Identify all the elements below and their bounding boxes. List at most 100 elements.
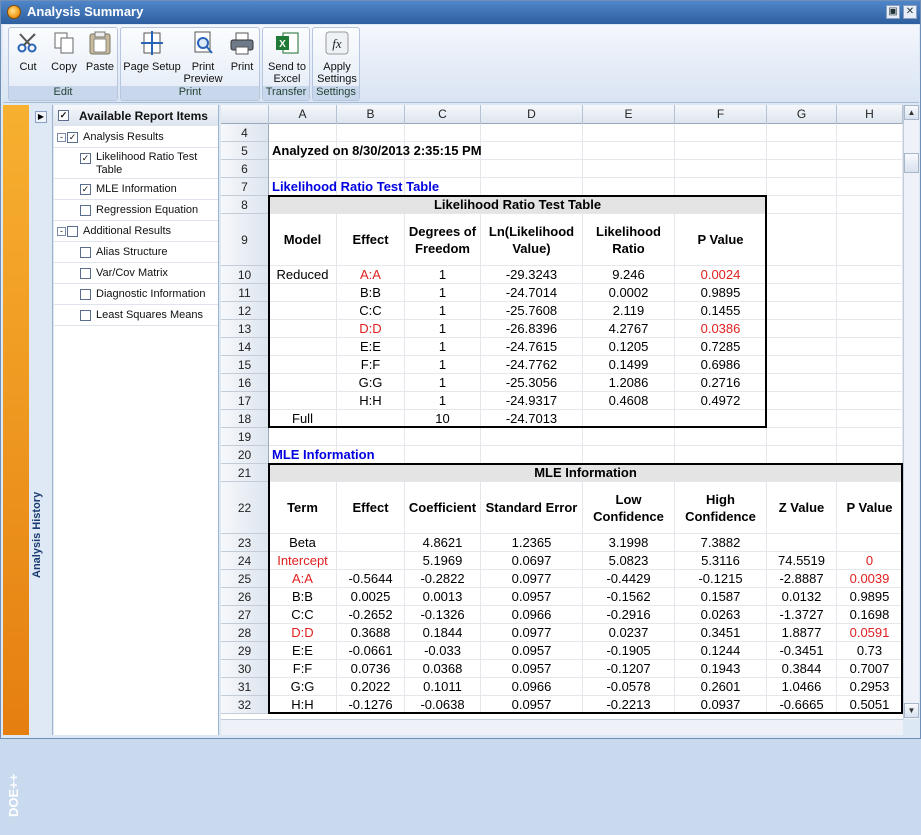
table-cell[interactable]: 1 — [405, 356, 480, 373]
table-cell[interactable]: B:B — [337, 284, 404, 301]
report-item-alias-structure[interactable]: Alias Structure — [54, 242, 218, 263]
table-header-cell[interactable]: P Value — [837, 482, 902, 533]
table-cell[interactable]: F:F — [337, 356, 404, 373]
row-header-29[interactable]: 29 — [221, 642, 269, 660]
table-cell[interactable]: 0.2953 — [837, 678, 902, 695]
report-item-mle-information[interactable]: ✓ MLE Information — [54, 179, 218, 200]
table-header-cell[interactable]: Likelihood Ratio — [583, 214, 674, 265]
table-cell[interactable]: -0.1905 — [583, 642, 674, 659]
row-header-31[interactable]: 31 — [221, 678, 269, 696]
table-header-cell[interactable]: Low Confidence — [583, 482, 674, 533]
table-cell[interactable]: -1.3727 — [767, 606, 836, 623]
table-cell[interactable]: 0.0024 — [675, 266, 766, 283]
table-cell[interactable]: D:D — [337, 320, 404, 337]
table-cell[interactable]: 0.0368 — [405, 660, 480, 677]
table-cell[interactable]: 0.1011 — [405, 678, 480, 695]
table-header-cell[interactable]: MLE Information — [269, 446, 404, 463]
table-cell[interactable]: -0.2916 — [583, 606, 674, 623]
row-header-13[interactable]: 13 — [221, 320, 269, 338]
table-cell[interactable]: Intercept — [269, 552, 336, 569]
row-header-19[interactable]: 19 — [221, 428, 269, 446]
restore-button[interactable]: ▣ — [886, 5, 900, 19]
table-cell[interactable]: 0.4608 — [583, 392, 674, 409]
table-cell[interactable]: 0.1205 — [583, 338, 674, 355]
table-cell[interactable]: 5.0823 — [583, 552, 674, 569]
table-cell[interactable]: 0.0591 — [837, 624, 902, 641]
table-cell[interactable]: 0.1587 — [675, 588, 766, 605]
table-cell[interactable]: -0.4429 — [583, 570, 674, 587]
apply-settings-button[interactable]: fx Apply Settings — [315, 30, 359, 88]
column-header-d[interactable]: D — [481, 105, 583, 124]
table-header-cell[interactable]: Model — [269, 214, 336, 265]
row-header-17[interactable]: 17 — [221, 392, 269, 410]
table-cell[interactable]: 1.0466 — [767, 678, 836, 695]
column-header-e[interactable]: E — [583, 105, 675, 124]
vertical-scrollbar[interactable]: ▲ ▼ — [903, 105, 919, 719]
table-cell[interactable]: -0.0578 — [583, 678, 674, 695]
cut-button[interactable]: Cut — [11, 30, 45, 88]
table-header-cell[interactable]: Z Value — [767, 482, 836, 533]
column-header-c[interactable]: C — [405, 105, 481, 124]
table-cell[interactable]: 0.0025 — [337, 588, 404, 605]
report-item-checkbox[interactable] — [80, 289, 91, 300]
table-cell[interactable]: 0.1499 — [583, 356, 674, 373]
table-cell[interactable]: -0.2652 — [337, 606, 404, 623]
row-header-8[interactable]: 8 — [221, 196, 269, 214]
row-header-32[interactable]: 32 — [221, 696, 269, 714]
report-item-checkbox[interactable] — [80, 205, 91, 216]
table-cell[interactable]: 0.0957 — [481, 642, 582, 659]
table-header-cell[interactable]: Effect — [337, 214, 404, 265]
table-cell[interactable]: 4.8621 — [405, 534, 480, 551]
table-cell[interactable]: 0.0697 — [481, 552, 582, 569]
table-cell[interactable]: 3.1998 — [583, 534, 674, 551]
column-header-b[interactable]: B — [337, 105, 405, 124]
row-header-5[interactable]: 5 — [221, 142, 269, 160]
table-cell[interactable]: 0.6986 — [675, 356, 766, 373]
table-cell[interactable]: -0.2213 — [583, 696, 674, 713]
row-header-21[interactable]: 21 — [221, 464, 269, 482]
table-cell[interactable]: 0.9895 — [837, 588, 902, 605]
table-cell[interactable]: 1 — [405, 266, 480, 283]
table-cell[interactable]: 0.1943 — [675, 660, 766, 677]
row-header-27[interactable]: 27 — [221, 606, 269, 624]
scroll-down-icon[interactable]: ▼ — [904, 703, 919, 718]
table-cell[interactable]: 0.7007 — [837, 660, 902, 677]
row-header-14[interactable]: 14 — [221, 338, 269, 356]
table-cell[interactable]: 0.73 — [837, 642, 902, 659]
table-cell[interactable]: 0.1455 — [675, 302, 766, 319]
row-header-20[interactable]: 20 — [221, 446, 269, 464]
row-header-6[interactable]: 6 — [221, 160, 269, 178]
table-cell[interactable]: 1 — [405, 320, 480, 337]
table-header-cell[interactable]: Standard Error — [481, 482, 582, 533]
table-cell[interactable]: B:B — [269, 588, 336, 605]
table-cell[interactable]: -24.7013 — [481, 410, 582, 427]
table-header-cell[interactable]: Ln(Likelihood Value) — [481, 214, 582, 265]
table-cell[interactable]: 0.0966 — [481, 678, 582, 695]
table-cell[interactable]: 10 — [405, 410, 480, 427]
table-cell[interactable]: 0.0937 — [675, 696, 766, 713]
report-item-likelihood-ratio-test-table[interactable]: ✓ Likelihood Ratio Test Table — [54, 148, 218, 179]
column-header-h[interactable]: H — [837, 105, 903, 124]
table-cell[interactable]: 0.1244 — [675, 642, 766, 659]
table-header-cell[interactable]: Likelihood Ratio Test Table — [269, 178, 480, 195]
table-cell[interactable]: 0.0263 — [675, 606, 766, 623]
row-header-4[interactable]: 4 — [221, 124, 269, 142]
table-cell[interactable]: -0.1207 — [583, 660, 674, 677]
table-cell[interactable]: E:E — [269, 642, 336, 659]
column-header-a[interactable]: A — [269, 105, 337, 124]
table-cell[interactable]: 0.0237 — [583, 624, 674, 641]
row-header-11[interactable]: 11 — [221, 284, 269, 302]
row-header-7[interactable]: 7 — [221, 178, 269, 196]
row-header-9[interactable]: 9 — [221, 214, 269, 266]
row-header-18[interactable]: 18 — [221, 410, 269, 428]
table-cell[interactable]: -0.1562 — [583, 588, 674, 605]
table-cell[interactable]: H:H — [337, 392, 404, 409]
table-cell[interactable]: -0.033 — [405, 642, 480, 659]
table-cell[interactable]: 0.3844 — [767, 660, 836, 677]
report-item-analysis-results[interactable]: - ✓ Analysis Results — [54, 127, 218, 148]
table-cell[interactable]: -0.0661 — [337, 642, 404, 659]
table-cell[interactable]: E:E — [337, 338, 404, 355]
table-cell[interactable]: H:H — [269, 696, 336, 713]
table-cell[interactable]: 0.0002 — [583, 284, 674, 301]
table-cell[interactable]: C:C — [269, 606, 336, 623]
